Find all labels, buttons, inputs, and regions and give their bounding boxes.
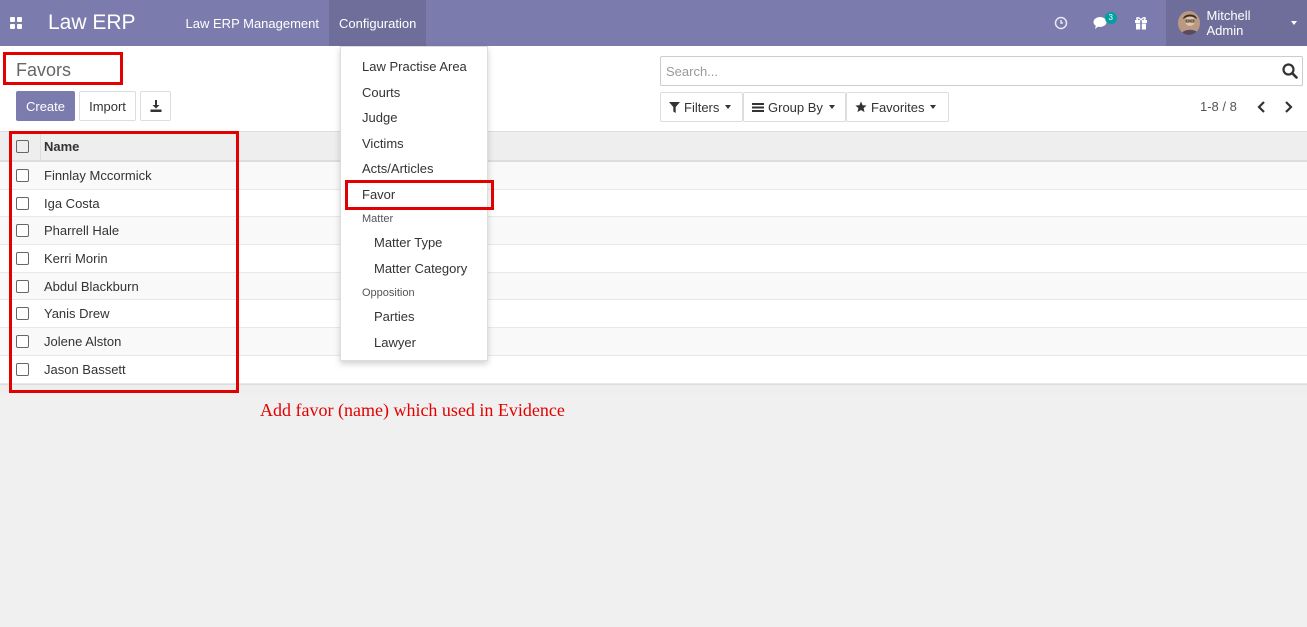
gift-icon[interactable] (1121, 0, 1161, 46)
search-box (660, 56, 1303, 86)
table-row[interactable]: Abdul Blackburn (0, 272, 1307, 301)
row-checkbox[interactable] (0, 217, 40, 244)
favorites-label: Favorites (871, 99, 925, 115)
dropdown-header-matter: Matter (362, 213, 394, 225)
chat-messages-icon[interactable]: 3 (1081, 0, 1121, 46)
row-name: Jason Bassett (44, 361, 126, 377)
checkbox-box (16, 196, 29, 210)
checkbox-box (16, 334, 29, 348)
user-caret-icon (1291, 21, 1297, 25)
table-footer (0, 383, 1307, 393)
import-button[interactable]: Import (79, 91, 136, 121)
dropdown-item-judge[interactable]: Judge (362, 110, 397, 125)
row-name: Kerri Morin (44, 250, 108, 266)
filters-button[interactable]: Filters (660, 92, 743, 122)
checkbox-box (16, 307, 29, 321)
pager-next-icon[interactable] (1278, 97, 1298, 117)
apps-menu-icon[interactable] (0, 0, 32, 46)
dropdown-item-law-practise-area[interactable]: Law Practise Area (362, 59, 467, 74)
filters-caret-icon (725, 105, 732, 109)
user-name: Mitchell Admin (1206, 8, 1251, 38)
dropdown-item-victims[interactable]: Victims (362, 136, 404, 151)
user-menu[interactable]: Mitchell Admin (1166, 0, 1307, 46)
row-name: Yanis Drew (44, 306, 110, 322)
checkbox-box (16, 251, 29, 265)
group-by-button[interactable]: Group By (743, 92, 846, 122)
search-input[interactable] (661, 57, 1261, 85)
download-icon (150, 100, 161, 112)
star-icon (855, 101, 867, 113)
dropdown-item-parties[interactable]: Parties (374, 309, 414, 324)
search-icon[interactable] (1282, 63, 1298, 82)
configuration-dropdown: Law Practise Area Courts Judge Victims A… (340, 46, 488, 361)
dropdown-item-courts[interactable]: Courts (362, 85, 400, 100)
menu-configuration[interactable]: Configuration (329, 0, 427, 46)
row-name: Pharrell Hale (44, 223, 120, 239)
dropdown-item-matter-category[interactable]: Matter Category (374, 261, 467, 276)
activity-clock-icon[interactable] (1041, 0, 1081, 46)
table-row[interactable]: Jason Bassett (0, 355, 1307, 384)
row-checkbox[interactable] (0, 300, 40, 327)
row-name: Finnlay Mccormick (44, 167, 152, 183)
create-button[interactable]: Create (16, 91, 75, 121)
control-panel: Favors Create Import Filters Group By Fa… (0, 46, 1307, 132)
dropdown-item-matter-type[interactable]: Matter Type (374, 235, 442, 250)
checkbox-box (16, 140, 29, 153)
column-header-name[interactable]: Name (40, 139, 79, 154)
header-divider (40, 133, 41, 160)
select-all-checkbox[interactable] (0, 133, 40, 160)
user-avatar (1178, 11, 1201, 35)
list-view-table: Name Finnlay Mccormick Iga Costa Pharrel… (0, 133, 1307, 393)
table-row[interactable]: Jolene Alston (0, 328, 1307, 356)
row-name: Abdul Blackburn (44, 278, 139, 294)
table-row[interactable]: Kerri Morin (0, 245, 1307, 273)
dropdown-header-opposition: Opposition (362, 287, 415, 299)
top-navbar: Law ERP Law ERP Management Configuration… (0, 0, 1307, 46)
chat-count-badge: 3 (1104, 12, 1117, 24)
row-checkbox[interactable] (0, 328, 40, 355)
table-row[interactable]: Iga Costa (0, 189, 1307, 218)
pager-value[interactable]: 1-8 / 8 (1200, 99, 1237, 114)
page-title: Favors (16, 60, 72, 80)
dropdown-item-favor[interactable]: Favor (362, 187, 395, 202)
row-checkbox[interactable] (0, 190, 40, 217)
group-by-caret-icon (828, 105, 835, 109)
checkbox-box (16, 362, 29, 376)
table-header: Name (0, 133, 1307, 162)
row-name: Iga Costa (44, 195, 100, 211)
row-checkbox[interactable] (0, 356, 40, 383)
table-row[interactable]: Finnlay Mccormick (0, 162, 1307, 190)
row-name: Jolene Alston (44, 333, 122, 349)
filters-label: Filters (684, 99, 720, 115)
favorites-caret-icon (930, 105, 937, 109)
table-row[interactable]: Pharrell Hale (0, 217, 1307, 246)
dropdown-item-lawyer[interactable]: Lawyer (374, 335, 416, 350)
pager-previous-icon[interactable] (1251, 97, 1271, 117)
favorites-button[interactable]: Favorites (846, 92, 949, 122)
annotation-text: Add favor (name) which used in Evidence (260, 400, 565, 420)
row-checkbox[interactable] (0, 245, 40, 272)
table-row[interactable]: Yanis Drew (0, 300, 1307, 329)
row-checkbox[interactable] (0, 162, 40, 189)
checkbox-box (16, 224, 29, 238)
app-brand[interactable]: Law ERP (48, 11, 136, 35)
dropdown-item-acts-articles[interactable]: Acts/Articles (362, 161, 434, 176)
checkbox-box (16, 279, 29, 293)
checkbox-box (16, 168, 29, 182)
row-checkbox[interactable] (0, 273, 40, 300)
bars-icon (752, 102, 764, 112)
menu-law-erp-management[interactable]: Law ERP Management (176, 0, 329, 46)
filter-icon (669, 101, 680, 113)
group-by-label: Group By (768, 99, 823, 115)
systray: 3 Mitchell Admin (1041, 0, 1307, 46)
export-download-button[interactable] (140, 91, 171, 121)
